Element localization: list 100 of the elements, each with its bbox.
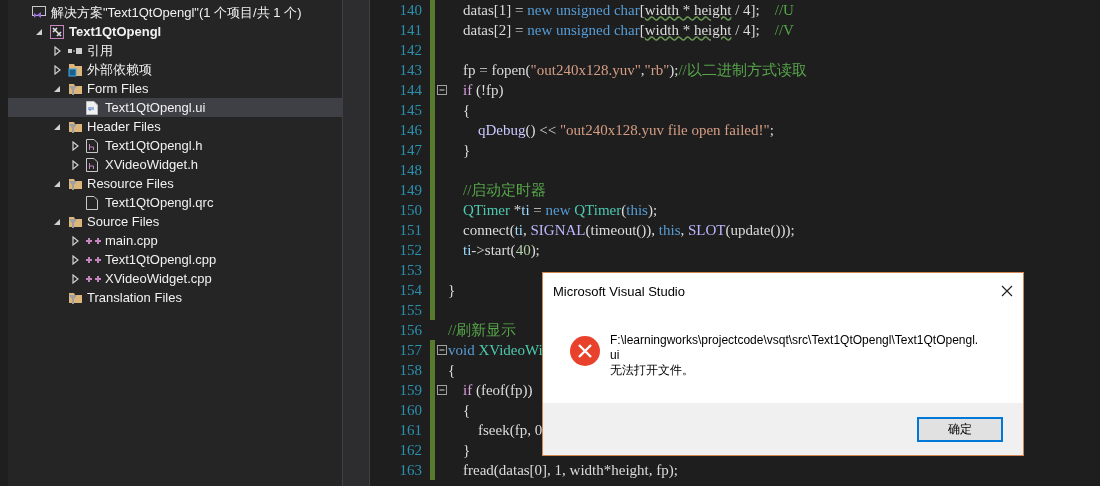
tree-label: 引用 [87, 41, 113, 60]
tree-label: Source Files [87, 214, 160, 229]
expand-arrow-icon[interactable] [71, 254, 79, 265]
tree-item[interactable]: main.cpp [8, 231, 342, 250]
tree-item[interactable]: XVideoWidget.cpp [8, 269, 342, 288]
line-number: 148 [398, 161, 422, 179]
expand-arrow-icon[interactable] [71, 140, 79, 151]
code-line: } [448, 281, 456, 299]
tree-item[interactable]: Translation Files [8, 288, 342, 307]
cpp-file-icon [86, 255, 102, 264]
tree-item[interactable]: Text1QtOpengl.ui [8, 98, 342, 117]
line-number: 153 [398, 261, 422, 279]
line-number: 163 [398, 461, 422, 479]
dialog-title: Microsoft Visual Studio [553, 283, 685, 299]
collapse-box-icon[interactable] [436, 385, 447, 395]
tree-item[interactable]: Text1QtOpengl.qrc [8, 193, 342, 212]
line-number: 155 [398, 301, 422, 319]
folder-icon [68, 62, 83, 77]
line-number: 152 [398, 241, 422, 259]
tree-item[interactable]: XVideoWidget.h [8, 155, 342, 174]
project-icon [50, 24, 64, 39]
tree-label: Header Files [87, 119, 161, 134]
error-icon [570, 336, 600, 366]
tree-label: Text1QtOpengl [69, 24, 162, 39]
collapse-box-icon[interactable] [436, 345, 447, 355]
close-icon[interactable] [1001, 285, 1013, 297]
references-icon [68, 46, 82, 55]
tree-label: Form Files [87, 81, 149, 96]
tree-item[interactable]: 外部依赖项 [8, 60, 342, 79]
line-number: 156 [398, 321, 422, 339]
code-line: datas[2] = new unsigned char[width * height / 4]; //V [462, 21, 794, 39]
line-number: 159 [398, 381, 422, 399]
line-number: 140 [398, 1, 422, 19]
expand-arrow-icon[interactable] [71, 235, 79, 246]
line-number: 144 [398, 81, 422, 99]
collapse-arrow-icon[interactable] [53, 122, 61, 131]
tree-label: Text1QtOpengl.ui [105, 100, 206, 115]
code-line: QTimer *ti = new QTimer(this); [462, 201, 658, 219]
ui-file-icon [86, 100, 98, 115]
line-number: 160 [398, 401, 422, 419]
collapse-arrow-icon[interactable] [35, 27, 43, 36]
collapse-box-icon[interactable] [436, 85, 447, 95]
tree-item[interactable]: Source Files [8, 212, 342, 231]
line-number: 143 [398, 61, 422, 79]
code-line: } [462, 141, 471, 159]
filter-folder-icon [68, 290, 83, 305]
expand-arrow-icon[interactable] [53, 64, 61, 75]
code-line: ti->start(40); [462, 241, 540, 259]
tree-label: main.cpp [105, 233, 158, 248]
tree-item[interactable]: Resource Files [8, 174, 342, 193]
code-line: fseek(fp, 0 [477, 421, 543, 439]
code-line: { [462, 401, 471, 419]
line-number: 150 [398, 201, 422, 219]
tree-item[interactable]: Header Files [8, 117, 342, 136]
line-number: 161 [398, 421, 422, 439]
code-line: { [462, 101, 471, 119]
expand-arrow-icon[interactable] [71, 159, 79, 170]
error-message: 无法打开文件。 [610, 363, 695, 378]
file-path-text: ui [610, 348, 621, 363]
tree-item[interactable]: 解决方案"Text1QtOpengl"(1 个项目/共 1 个) [8, 3, 342, 22]
line-number: 154 [398, 281, 422, 299]
tree-item[interactable]: Form Files [8, 79, 342, 98]
tree-item[interactable]: Text1QtOpengl.h [8, 136, 342, 155]
tree-label: Text1QtOpengl.qrc [105, 195, 214, 210]
line-number: 162 [398, 441, 422, 459]
code-line: if (feof(fp)) [462, 381, 533, 399]
tree-label: Translation Files [87, 290, 182, 305]
expand-arrow-icon[interactable] [71, 273, 79, 284]
tree-item[interactable]: Text1QtOpengl [8, 22, 342, 41]
expand-arrow-icon[interactable] [53, 45, 61, 56]
collapse-arrow-icon[interactable] [53, 217, 61, 226]
line-number: 146 [398, 121, 422, 139]
cpp-file-icon [86, 236, 102, 245]
solution-icon [32, 6, 46, 19]
code-line: } [462, 441, 471, 459]
cpp-file-icon [86, 274, 102, 283]
file-icon [86, 195, 98, 210]
tree-label: Text1QtOpengl.h [105, 138, 203, 153]
code-line: fread(datas[0], 1, width*height, fp); [462, 461, 678, 479]
code-line: connect(ti, SIGNAL(timeout()), this, SLOT(update())); [462, 221, 795, 239]
line-number: 149 [398, 181, 422, 199]
code-line: datas[1] = new unsigned char[width * height / 4]; //U [462, 1, 794, 19]
filter-folder-icon [68, 81, 83, 96]
code-line: //刷新显示 [448, 320, 517, 340]
line-number: 147 [398, 141, 422, 159]
ok-button[interactable]: 确定 [917, 416, 1003, 442]
tree-item[interactable]: Text1QtOpengl.cpp [8, 250, 342, 269]
tree-item[interactable]: 引用 [8, 41, 342, 60]
tree-label: XVideoWidget.cpp [105, 271, 212, 286]
line-number: 142 [398, 41, 422, 59]
tree-label: Resource Files [87, 176, 174, 191]
line-number: 158 [398, 361, 422, 379]
tree-label: 外部依赖项 [87, 60, 152, 79]
header-file-icon [86, 157, 98, 172]
code-line: //启动定时器 [462, 180, 547, 200]
file-path-text: F:\learningworks\projectcode\vsqt\src\Text1QtOpengl\Text1QtOpengl. [610, 333, 979, 348]
collapse-arrow-icon[interactable] [53, 179, 61, 188]
filter-folder-icon [68, 119, 83, 134]
line-number: 151 [398, 221, 422, 239]
collapse-arrow-icon[interactable] [53, 84, 61, 93]
